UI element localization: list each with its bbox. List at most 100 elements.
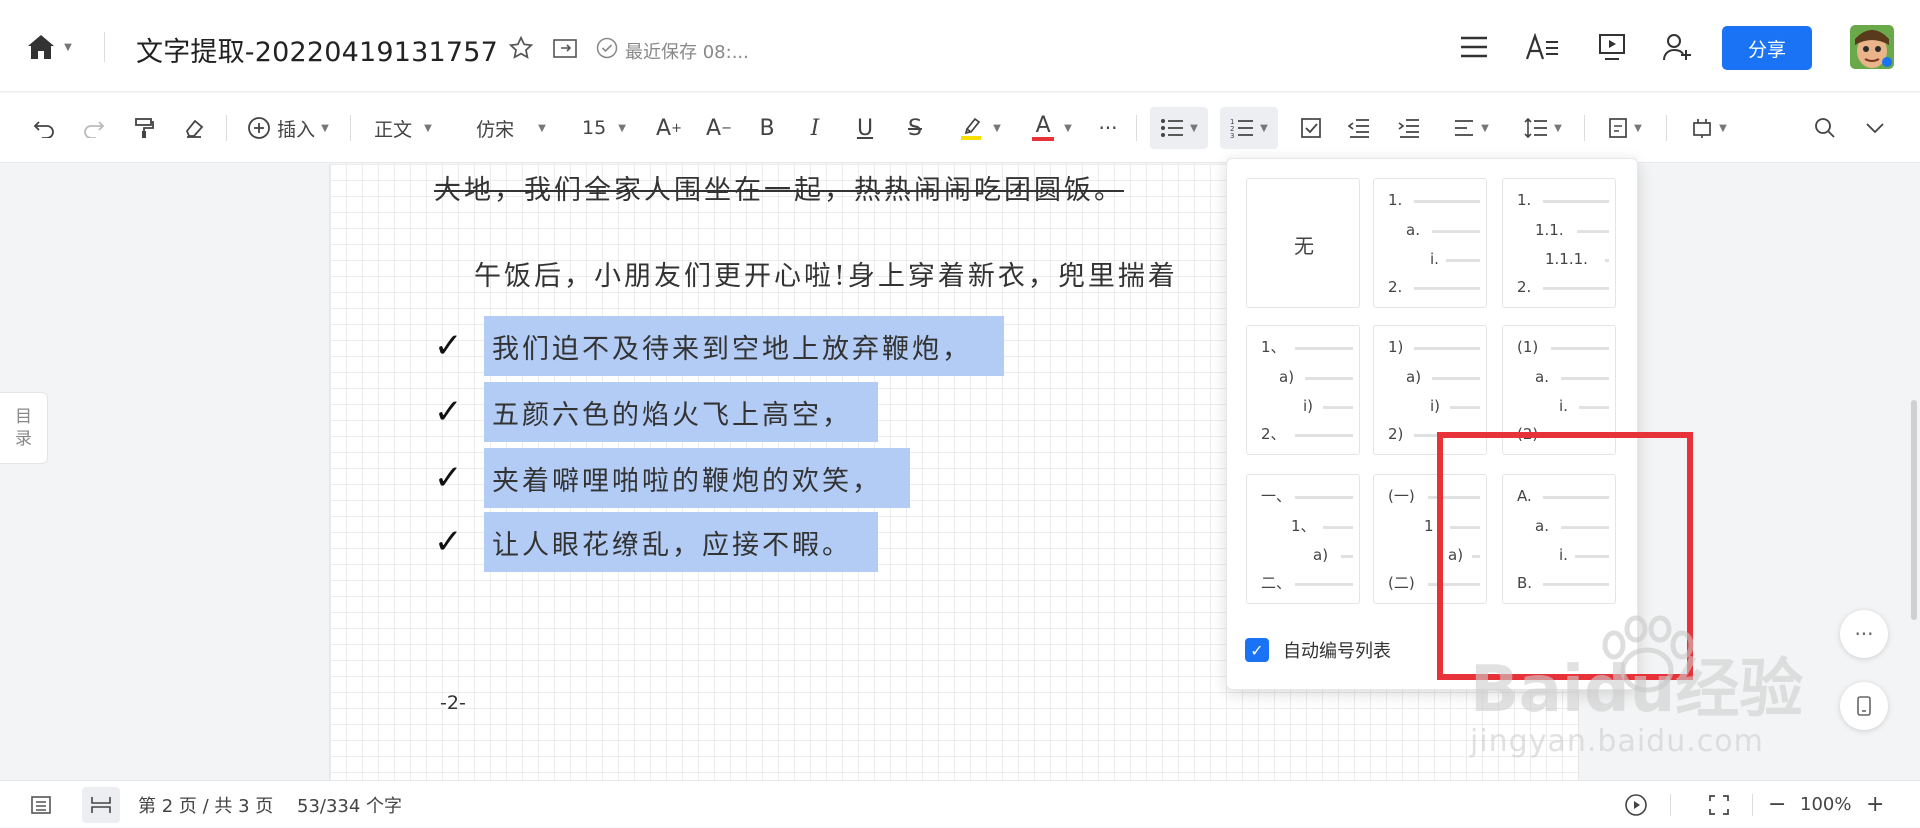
avatar[interactable] [1850, 25, 1894, 69]
check-mark-icon[interactable]: ✓ [434, 326, 484, 366]
home-icon[interactable] [24, 30, 58, 64]
checkbox-checked-icon[interactable]: ✓ [1245, 638, 1269, 662]
font-size-select[interactable]: 15 ▼ [576, 93, 632, 163]
play-icon[interactable] [1624, 781, 1648, 828]
font-size-value: 15 [582, 117, 607, 139]
document-icon [1609, 118, 1627, 138]
chevron-down-icon: ▼ [1719, 122, 1727, 134]
text-format-icon[interactable] [1522, 30, 1562, 64]
chevron-down-icon: ▼ [993, 122, 1001, 134]
paragraph-style-select[interactable]: 正文 ▼ [368, 93, 438, 163]
menu-icon[interactable] [1456, 30, 1492, 64]
checklist-item[interactable]: ✓ 我们迫不及待来到空地上放弃鞭炮， [434, 316, 1004, 376]
decrease-indent-icon[interactable] [1342, 93, 1376, 163]
align-left-icon [1455, 120, 1474, 136]
numbering-option[interactable]: 1. a. i. 2. [1373, 178, 1487, 308]
status-divider [1752, 781, 1753, 828]
chevron-down-icon: ▼ [1064, 122, 1072, 134]
toolbar-divider [226, 115, 227, 141]
save-status: 最近保存 08:... [625, 42, 749, 63]
table-of-contents-tab[interactable]: 目 录 [0, 392, 48, 464]
underline-button[interactable]: U [850, 93, 880, 163]
share-button[interactable]: 分享 [1722, 26, 1812, 70]
header-divider [104, 32, 105, 62]
page-info: 第 2 页 / 共 3 页 [138, 795, 274, 817]
numbering-option[interactable]: 1. 1.1. 1.1.1. 2. [1502, 178, 1616, 308]
move-to-folder-icon[interactable] [550, 33, 580, 63]
checklist-icon[interactable] [1294, 93, 1328, 163]
check-mark-icon[interactable]: ✓ [434, 522, 484, 562]
numbering-option-none[interactable]: 无 [1246, 178, 1360, 308]
checklist-item[interactable]: ✓ 夹着噼哩啪啦的鞭炮的欢笑， [434, 448, 910, 508]
plugin-icon [1693, 119, 1711, 138]
numbered-list-button[interactable]: 123 ▼ [1220, 107, 1278, 149]
numbering-option[interactable]: 一、 1、 a) 二、 [1246, 474, 1360, 604]
home-caret-icon[interactable]: ▼ [62, 40, 74, 54]
insert-menu[interactable]: 插入 ▼ [242, 93, 334, 163]
baidu-watermark: Baidu经验 jingyan.baidu.com [1470, 615, 1803, 759]
numbering-option[interactable]: 1、 a) i) 2、 [1246, 325, 1360, 455]
page-view-icon[interactable] [82, 781, 120, 828]
word-count[interactable]: 53/334 个字 [297, 781, 402, 828]
status-divider [1670, 781, 1671, 828]
undo-icon[interactable] [28, 93, 60, 163]
add-collaborator-icon[interactable] [1660, 30, 1696, 64]
line-spacing-select[interactable]: ▼ [1516, 93, 1570, 163]
italic-button[interactable]: I [800, 93, 830, 163]
font-family-select[interactable]: 仿宋 ▼ [470, 93, 552, 163]
saved-check-icon [594, 35, 620, 61]
highlighter-icon [961, 117, 982, 140]
strikethrough-button[interactable]: S [900, 93, 930, 163]
chevron-down-icon: ▼ [321, 122, 329, 134]
highlight-color-button[interactable]: ▼ [952, 93, 1008, 163]
doc-paragraph-strikethrough[interactable]: 大地，我们全家人围坐在一起，热热闹闹吃团圆饭。 [434, 168, 1124, 207]
bold-button[interactable]: B [752, 93, 782, 163]
presentation-icon[interactable] [1594, 30, 1630, 64]
checklist-item-text: 让人眼花缭乱，应接不暇。 [484, 512, 878, 572]
increase-indent-icon[interactable] [1392, 93, 1426, 163]
increase-font-size-icon[interactable]: A + [652, 93, 686, 163]
status-bar: 第 2 页 / 共 3 页 53/334 个字 − 100% + [0, 780, 1920, 827]
chevron-down-icon: ▼ [538, 122, 546, 134]
collapse-toolbar-icon[interactable] [1858, 93, 1892, 163]
zoom-level[interactable]: 100% [1800, 781, 1851, 828]
mobile-view-icon[interactable] [1840, 682, 1888, 730]
auto-numbering-toggle[interactable]: ✓ 自动编号列表 [1245, 637, 1391, 663]
check-mark-icon[interactable]: ✓ [434, 458, 484, 498]
bullet-list-button[interactable]: ▼ [1150, 107, 1208, 149]
font-color-button[interactable]: A ▼ [1024, 93, 1080, 163]
checklist-item-text: 我们迫不及待来到空地上放弃鞭炮， [484, 316, 1004, 376]
check-mark-icon[interactable]: ✓ [434, 392, 484, 432]
fullscreen-icon[interactable] [1708, 781, 1730, 828]
paw-icon [1602, 615, 1694, 693]
zoom-in-button[interactable]: + [1866, 781, 1884, 828]
outline-view-icon[interactable] [30, 781, 52, 828]
chevron-down-icon: ▼ [1481, 122, 1489, 134]
star-icon[interactable] [506, 33, 536, 63]
format-painter-icon[interactable] [128, 93, 160, 163]
plugin-select[interactable]: ▼ [1682, 93, 1736, 163]
svg-text:3: 3 [1230, 132, 1234, 138]
checklist-item-text: 夹着噼哩啪啦的鞭炮的欢笑， [484, 448, 910, 508]
document-title[interactable]: 文字提取-20220419131757 [136, 30, 498, 69]
more-icon[interactable]: ··· [1092, 93, 1124, 163]
toolbar-divider [350, 115, 351, 141]
checklist-item[interactable]: ✓ 让人眼花缭乱，应接不暇。 [434, 512, 878, 572]
vertical-scrollbar[interactable] [1911, 400, 1917, 620]
doc-paragraph[interactable]: 午饭后，小朋友们更开心啦!身上穿着新衣，兜里揣着 [474, 254, 1226, 293]
more-actions-icon[interactable]: ··· [1840, 610, 1888, 658]
page-setup-select[interactable]: ▼ [1598, 93, 1652, 163]
plus-circle-icon [248, 117, 271, 139]
bullet-list-icon [1161, 119, 1184, 137]
align-select[interactable]: ▼ [1444, 93, 1498, 163]
chevron-down-icon: ▼ [1634, 122, 1642, 134]
decrease-font-size-icon[interactable]: A − [702, 93, 736, 163]
toolbar-divider [1584, 115, 1585, 141]
zoom-out-button[interactable]: − [1768, 781, 1786, 828]
clear-format-icon[interactable] [178, 93, 210, 163]
redo-icon[interactable] [78, 93, 110, 163]
checklist-item[interactable]: ✓ 五颜六色的焰火飞上高空， [434, 382, 878, 442]
search-icon[interactable] [1808, 93, 1842, 163]
numbered-list-icon: 123 [1230, 118, 1254, 138]
formatting-toolbar: 插入 ▼ 正文 ▼ 仿宋 ▼ 15 ▼ A + A − B I U S ▼ A ▼ ··· … [0, 93, 1920, 163]
